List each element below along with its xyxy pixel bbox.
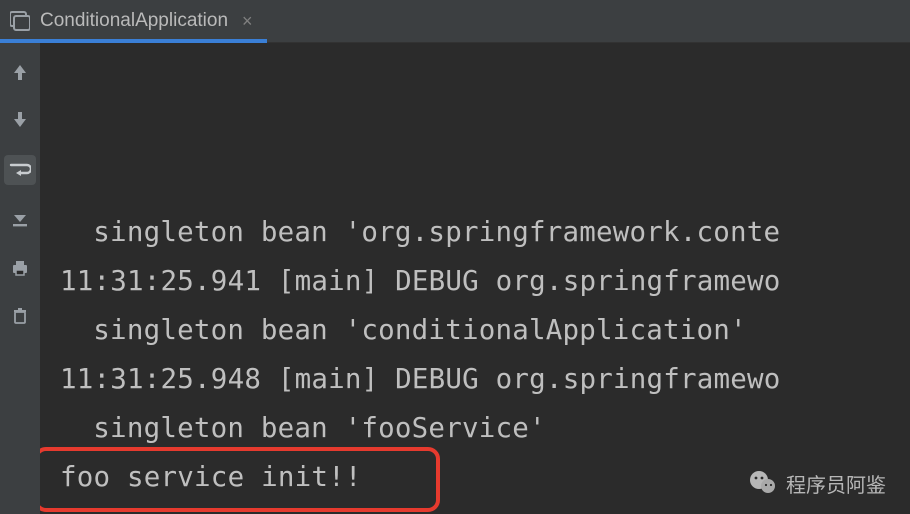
console-line: singleton bean 'org.springframework.cont… [60, 208, 910, 257]
run-tabs-bar: ConditionalApplication × [0, 0, 910, 43]
close-icon[interactable]: × [242, 12, 253, 30]
soft-wrap-icon[interactable] [4, 155, 36, 185]
wechat-icon [748, 468, 778, 498]
console-line: 11:31:25.941 [main] DEBUG org.springfram… [60, 257, 910, 306]
scroll-to-end-icon[interactable] [7, 207, 33, 233]
tab-title: ConditionalApplication [40, 10, 228, 32]
console-line: singleton bean 'conditionalApplication' [60, 306, 910, 355]
run-window-icon [10, 11, 30, 31]
watermark: 程序员阿鉴 [748, 468, 886, 498]
delete-icon[interactable] [7, 303, 33, 329]
arrow-up-icon[interactable] [7, 59, 33, 85]
tab-conditional-application[interactable]: ConditionalApplication × [0, 0, 267, 42]
console-gutter [0, 43, 40, 514]
print-icon[interactable] [7, 255, 33, 281]
app-root: ConditionalApplication × [0, 0, 910, 514]
arrow-down-icon[interactable] [7, 107, 33, 133]
run-body: singleton bean 'org.springframework.cont… [0, 43, 910, 514]
console-line: singleton bean 'fooService' [60, 404, 910, 453]
console-line: 11:31:25.948 [main] DEBUG org.springfram… [60, 355, 910, 404]
console-output[interactable]: singleton bean 'org.springframework.cont… [40, 43, 910, 514]
console-line [60, 502, 910, 514]
watermark-text: 程序员阿鉴 [786, 469, 886, 498]
